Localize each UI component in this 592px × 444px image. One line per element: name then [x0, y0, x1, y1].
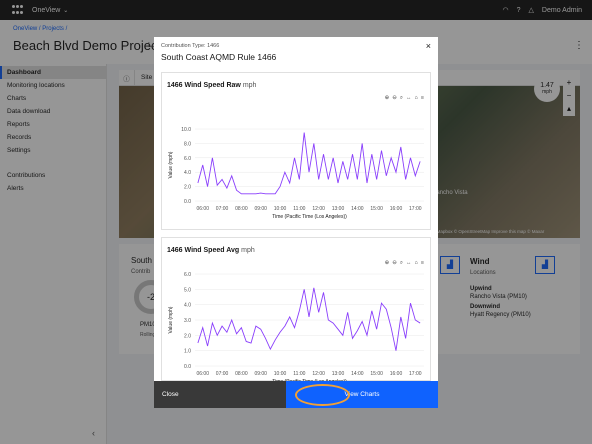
y-tick-label: 4.0: [184, 303, 191, 309]
y-tick-label: 2.0: [184, 333, 191, 339]
x-tick-label: 16:00: [390, 371, 403, 377]
chart-title-text: 1466 Wind Speed Avg: [167, 247, 240, 254]
zoom-in-icon[interactable]: ⊕: [385, 260, 390, 267]
x-tick-label: 13:00: [332, 206, 345, 212]
x-tick-label: 10:00: [274, 206, 287, 212]
x-axis-label: Time (Pacific Time (Los Angeles)): [272, 214, 347, 220]
x-tick-label: 16:00: [390, 206, 403, 212]
x-tick-label: 06:00: [196, 371, 209, 377]
highlight-ring: [295, 384, 350, 406]
x-tick-label: 15:00: [370, 371, 383, 377]
y-tick-label: 6.0: [184, 272, 191, 278]
x-tick-label: 17:00: [409, 206, 422, 212]
modal-title: South Coast AQMD Rule 1466: [161, 52, 277, 62]
x-tick-label: 17:00: [409, 371, 422, 377]
zoom-in-icon[interactable]: ⊕: [385, 95, 390, 102]
x-tick-label: 12:00: [312, 206, 325, 212]
y-tick-label: 2.0: [184, 185, 191, 191]
magnify-icon[interactable]: ⌕: [400, 260, 403, 267]
pan-icon[interactable]: ↔: [406, 260, 412, 267]
x-tick-label: 10:00: [274, 371, 287, 377]
y-tick-label: 8.0: [184, 141, 191, 147]
chart-card-raw: 10.0 8.0 6.0 4.0 2.0 0.0 06:00 07:00 08:00 09:00 1…: [161, 72, 431, 230]
x-tick-label: 07:00: [216, 206, 229, 212]
chart-toolbar: ⊕ ⊖ ⌕ ↔ ⌂ ≡: [385, 260, 424, 267]
y-tick-label: 0.0: [184, 364, 191, 370]
x-tick-label: 14:00: [351, 206, 364, 212]
y-axis-label: Value (mph): [168, 306, 174, 333]
modal-label: Contribution Type: 1466: [161, 43, 220, 49]
zoom-out-icon[interactable]: ⊖: [392, 95, 397, 102]
x-tick-label: 15:00: [370, 206, 383, 212]
modal-footer: Close View Charts: [154, 381, 438, 408]
magnify-icon[interactable]: ⌕: [400, 95, 403, 102]
close-button[interactable]: Close: [154, 381, 286, 408]
menu-icon[interactable]: ≡: [421, 95, 424, 102]
chart-card-avg: 6.0 5.0 4.0 3.0 2.0 1.0 0.0 06:00 07:00 08:00 09:0…: [161, 237, 431, 385]
home-icon[interactable]: ⌂: [414, 260, 417, 267]
y-tick-label: 10.0: [181, 127, 191, 133]
zoom-out-icon[interactable]: ⊖: [392, 260, 397, 267]
chart-toolbar: ⊕ ⊖ ⌕ ↔ ⌂ ≡: [385, 95, 424, 102]
chart-title: 1466 Wind Speed Avg mph: [167, 247, 255, 254]
chart-title: 1466 Wind Speed Raw mph: [167, 82, 256, 89]
home-icon[interactable]: ⌂: [414, 95, 417, 102]
x-tick-label: 06:00: [196, 206, 209, 212]
chart-title-text: 1466 Wind Speed Raw: [167, 82, 241, 89]
x-tick-label: 08:00: [235, 371, 248, 377]
y-tick-label: 5.0: [184, 287, 191, 293]
series-line: [197, 132, 421, 195]
close-icon[interactable]: ×: [426, 41, 431, 51]
x-tick-label: 11:00: [293, 371, 305, 377]
y-tick-label: 1.0: [184, 349, 191, 355]
y-tick-label: 6.0: [184, 156, 191, 162]
x-tick-label: 11:00: [293, 206, 305, 212]
y-tick-label: 0.0: [184, 199, 191, 205]
x-tick-label: 09:00: [254, 371, 267, 377]
x-tick-label: 08:00: [235, 206, 248, 212]
view-charts-button[interactable]: View Charts: [286, 381, 438, 408]
menu-icon[interactable]: ≡: [421, 260, 424, 267]
y-tick-label: 3.0: [184, 318, 191, 324]
x-tick-label: 14:00: [351, 371, 364, 377]
chart-unit: mph: [241, 247, 255, 254]
pan-icon[interactable]: ↔: [406, 95, 412, 102]
y-axis-label: Value (mph): [168, 151, 174, 178]
chart-unit: mph: [242, 82, 257, 89]
x-tick-label: 13:00: [332, 371, 345, 377]
x-tick-label: 07:00: [216, 371, 229, 377]
y-tick-label: 4.0: [184, 170, 191, 176]
contribution-modal: Contribution Type: 1466 South Coast AQMD…: [154, 37, 438, 408]
series-line: [197, 287, 421, 351]
x-tick-label: 09:00: [254, 206, 267, 212]
x-tick-label: 12:00: [312, 371, 325, 377]
